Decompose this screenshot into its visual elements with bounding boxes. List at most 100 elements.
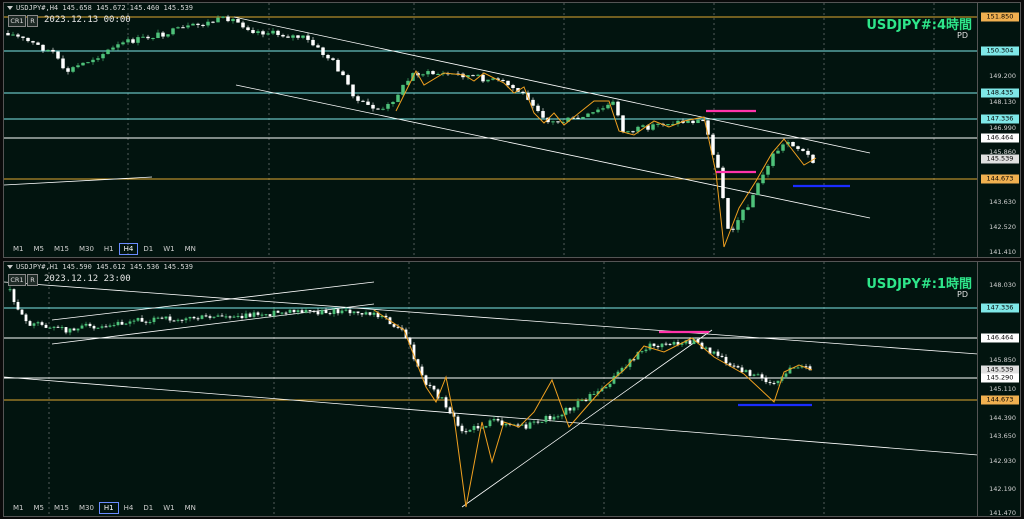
h1-chart-panel[interactable]: USDJPY#,H1 145.590 145.612 145.536 145.5… [3,261,1021,517]
candle-body [56,326,60,328]
candle-body [211,21,215,23]
h4-chart-panel[interactable]: USDJPY#,H4 145.658 145.672 145.460 145.5… [3,2,1021,258]
candle-body [591,112,595,114]
h1-price-axis[interactable]: 148.030 145.850 145.110 144.390 143.650 142.9… [977,262,1020,516]
dropdown-arrow-icon[interactable] [7,265,13,269]
price-level-tag: 147.336 [981,114,1019,124]
candle-body [88,323,92,327]
candle-body [296,310,300,313]
timeframe-m5-button[interactable]: M5 [29,243,50,255]
candle-body [72,328,76,331]
candle-body [516,424,520,426]
candle-body [80,325,84,329]
candle-body [272,310,276,317]
candle-body [216,17,220,23]
candle-body [352,311,356,314]
candle-body [386,104,390,109]
candle-body [540,421,544,423]
h4-price-axis[interactable]: 151.590150.304149.200148.130146.990145.8… [977,3,1020,257]
candle-body [316,311,320,315]
h4-price-chart[interactable] [4,3,978,257]
h1-crosshair-time: 2023.12.12 23:00 [44,274,131,284]
candle-body [656,123,660,125]
candle-body [106,49,110,55]
candle-body [191,23,195,26]
timeframe-mn-button[interactable]: MN [180,243,201,255]
candle-body [224,316,228,318]
timeframe-m1-button[interactable]: M1 [8,243,29,255]
candle-body [176,27,180,29]
timeframe-d1-button[interactable]: D1 [138,502,158,514]
candle-body [746,207,750,210]
candle-body [656,345,660,348]
candle-body [248,313,252,317]
timeframe-mn-button[interactable]: MN [180,502,201,514]
candle-body [796,146,800,149]
price-tick-label: 142.190 [989,485,1016,493]
timeframe-m15-button[interactable]: M15 [49,502,74,514]
candle-body [344,309,348,311]
candle-body [208,316,212,318]
candle-body [576,117,580,119]
candle-body [26,37,30,42]
price-tick-label: 141.470 [989,509,1016,517]
timeframe-d1-button[interactable]: D1 [138,243,158,255]
timeframe-m30-button[interactable]: M30 [74,243,99,255]
candle-body [541,111,545,118]
candle-body [196,318,200,320]
r-button[interactable]: R [27,274,38,286]
candle-body [764,378,768,383]
candle-body [16,301,20,310]
candle-body [206,21,210,26]
candle-body [712,351,716,354]
timeframe-m30-button[interactable]: M30 [74,502,99,514]
candle-body [532,421,536,423]
candle-body [648,343,652,350]
timeframe-h1-button[interactable]: H1 [98,502,119,514]
timeframe-h4-button[interactable]: H4 [119,502,139,514]
timeframe-h4-button[interactable]: H4 [118,243,139,255]
timeframe-w1-button[interactable]: W1 [158,502,179,514]
candle-body [524,424,528,429]
candle-body [556,416,560,418]
dropdown-arrow-icon[interactable] [7,6,13,10]
candle-body [492,419,496,421]
candle-body [292,309,296,313]
candle-body [752,374,756,376]
candle-body [188,316,192,319]
r-button[interactable]: R [27,15,38,27]
long-trendline-upper [4,281,978,355]
candle-body [256,31,260,33]
cr1-button[interactable]: CR1 [8,15,26,27]
timeframe-m1-button[interactable]: M1 [8,502,29,514]
timeframe-w1-button[interactable]: W1 [158,243,179,255]
candle-body [456,416,460,426]
candle-body [486,79,490,82]
candle-body [332,309,336,314]
candle-body [20,309,24,315]
timeframe-h1-button[interactable]: H1 [99,243,119,255]
rising-trendline-upper [51,281,375,321]
candle-body [751,195,755,208]
candle-body [356,96,360,101]
candle-body [356,311,360,314]
candle-body [328,313,332,315]
candle-body [431,71,435,75]
candle-body [56,51,60,59]
candle-body [580,400,584,402]
candle-body [24,314,28,322]
candle-body [736,220,740,230]
candle-body [716,154,720,168]
candle-body [21,36,25,38]
h1-price-chart[interactable] [4,262,978,516]
timeframe-m15-button[interactable]: M15 [49,243,74,255]
candle-body [144,321,148,323]
cr1-button[interactable]: CR1 [8,274,26,286]
candle-body [151,38,155,40]
candle-body [771,153,775,166]
candle-body [176,319,180,321]
candle-body [468,429,472,432]
timeframe-m5-button[interactable]: M5 [29,502,50,514]
candle-body [186,25,190,28]
candle-body [476,74,480,76]
